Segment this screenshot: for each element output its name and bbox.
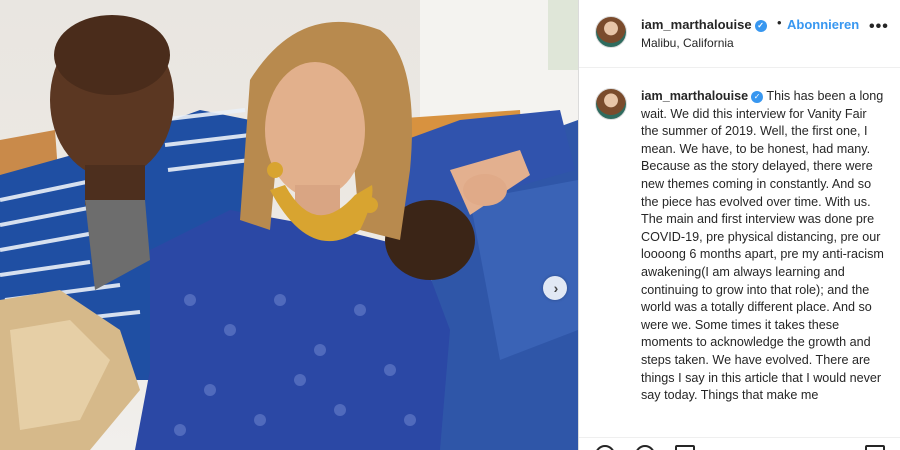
caption-verified-badge-icon: ✓ <box>751 91 764 103</box>
post-photo[interactable]: › <box>0 0 578 450</box>
post-image <box>0 0 578 450</box>
verified-badge-icon: ✓ <box>754 20 767 32</box>
action-bar <box>579 437 900 450</box>
caption-text: iam_marthalouise ✓ This has been a long w… <box>641 88 884 405</box>
more-options-icon[interactable]: ••• <box>869 19 889 35</box>
profile-avatar[interactable] <box>595 16 627 48</box>
bookmark-icon[interactable] <box>865 445 885 450</box>
caption-body: This has been a long wait. We did this i… <box>641 89 884 403</box>
separator-dot: • <box>777 15 782 30</box>
comment-icon[interactable] <box>635 445 655 450</box>
carousel-next-button[interactable]: › <box>543 276 567 300</box>
heart-icon[interactable] <box>595 445 615 450</box>
share-icon[interactable] <box>675 445 695 450</box>
post-header: iam_marthalouise ✓ • Abonnieren Malibu, C… <box>579 0 900 68</box>
caption-avatar[interactable] <box>595 88 627 120</box>
username-link[interactable]: iam_marthalouise <box>641 17 752 32</box>
location-link[interactable]: Malibu, California <box>641 36 734 50</box>
chevron-right-icon: › <box>553 280 559 296</box>
caption-username[interactable]: iam_marthalouise <box>641 89 748 103</box>
follow-button[interactable]: Abonnieren <box>787 17 859 32</box>
post-sidebar: iam_marthalouise ✓ • Abonnieren Malibu, C… <box>578 0 900 450</box>
caption: iam_marthalouise ✓ This has been a long w… <box>579 68 900 438</box>
